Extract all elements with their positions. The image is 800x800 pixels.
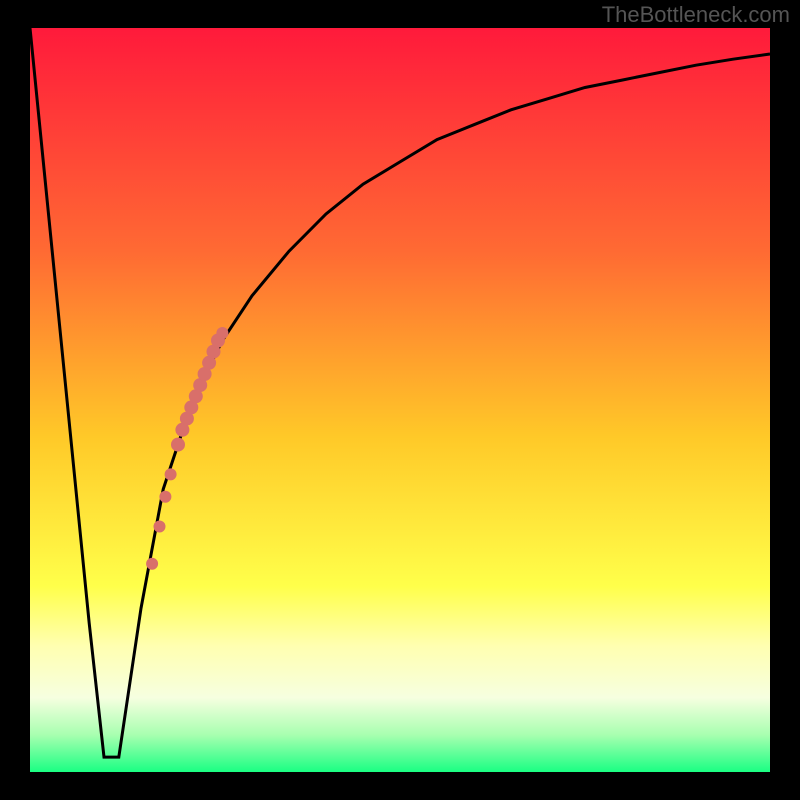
- marker-point: [154, 521, 166, 533]
- marker-point: [216, 327, 228, 339]
- marker-point: [159, 491, 171, 503]
- bottleneck-chart: [0, 0, 800, 800]
- plot-area: [30, 28, 770, 772]
- marker-point: [146, 558, 158, 570]
- chart-frame: TheBottleneck.com: [0, 0, 800, 800]
- watermark-text: TheBottleneck.com: [602, 2, 790, 28]
- marker-point: [171, 438, 185, 452]
- marker-point: [165, 468, 177, 480]
